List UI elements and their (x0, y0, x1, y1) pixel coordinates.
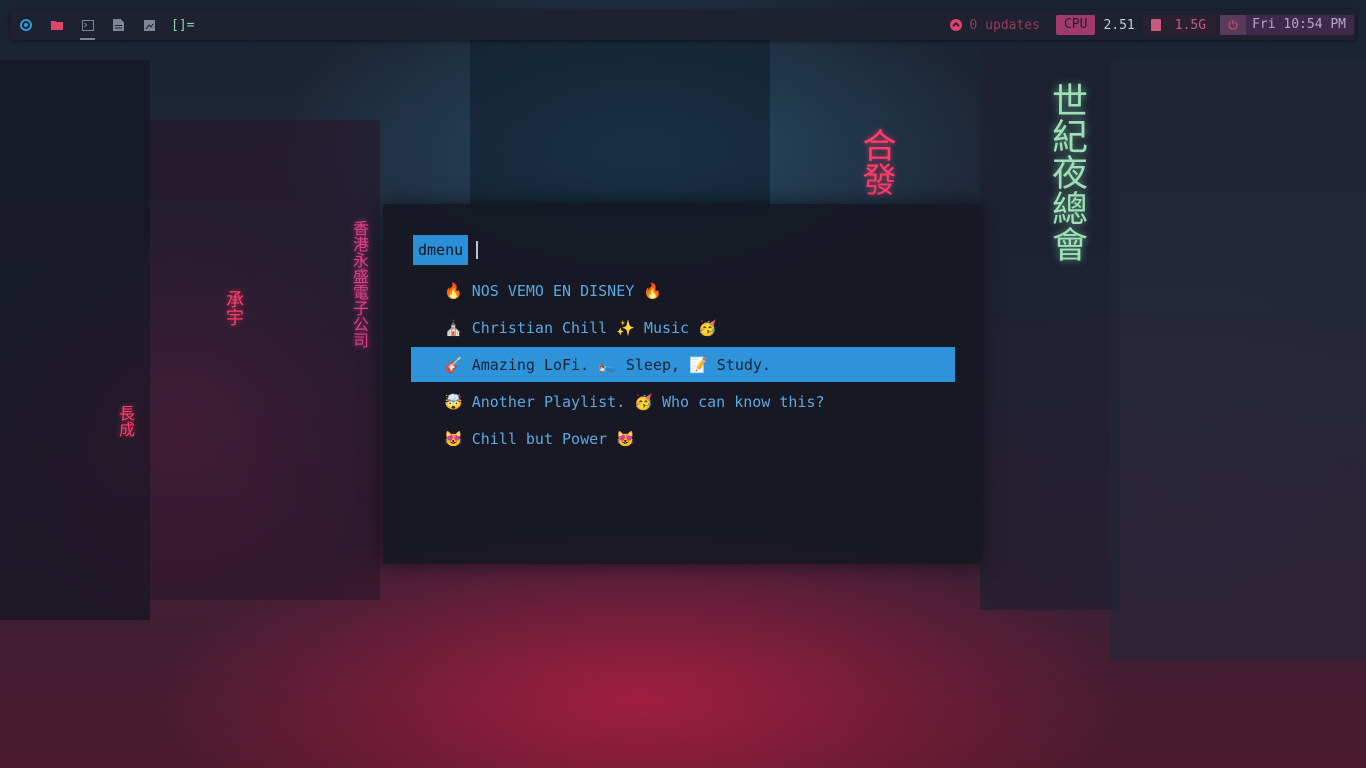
dmenu-input[interactable] (479, 239, 923, 263)
status-bar: []= 0 updates CPU 2.51 1.5G Fri 10:54 PM (10, 10, 1356, 40)
neon-sign-right: 世紀夜總會 (1046, 82, 1087, 262)
dmenu-item[interactable]: 🎸 Amazing LoFi. 🛌 Sleep, 📝 Study. (411, 347, 955, 382)
updates-count: 0 updates (969, 17, 1040, 33)
neon-sign-small: 承宇 (223, 290, 244, 326)
workspace-list (10, 10, 165, 40)
dmenu-item-list: 🔥 NOS VEMO EN DISNEY 🔥 ⛪ Christian Chill … (411, 272, 955, 457)
building-far-right (1110, 60, 1366, 660)
dmenu-item[interactable]: ⛪ Christian Chill ✨ Music 🥳 (411, 309, 955, 346)
building-center (470, 40, 770, 210)
status-modules: 0 updates CPU 2.51 1.5G Fri 10:54 PM (949, 10, 1356, 40)
neon-sign-left: 香港永盛電子公司 (350, 220, 369, 348)
workspace-4[interactable] (103, 10, 134, 40)
neon-sign-center: 合發 (856, 128, 896, 196)
workspace-2[interactable] (41, 10, 72, 40)
layout-indicator[interactable]: []= (171, 18, 194, 33)
dmenu-item[interactable]: 😻 Chill but Power 😻 (411, 420, 955, 457)
browser-icon (19, 19, 32, 31)
memory-module: 1.5G (1142, 15, 1217, 35)
image-icon (144, 19, 155, 31)
memory-chip-icon (1150, 19, 1161, 31)
workspace-5[interactable] (134, 10, 165, 40)
workspace-3[interactable] (72, 10, 103, 40)
dmenu-window: dmenu 🔥 NOS VEMO EN DISNEY 🔥 ⛪ Christian … (383, 204, 981, 564)
power-icon[interactable] (1220, 15, 1247, 35)
folder-icon (50, 20, 63, 30)
updates-module[interactable]: 0 updates (949, 17, 1040, 33)
cpu-load-value: 2.51 (1103, 17, 1135, 33)
workspace-1[interactable] (10, 10, 41, 40)
document-icon (113, 19, 124, 31)
cpu-label: CPU (1055, 15, 1096, 35)
update-arrow-icon (949, 19, 962, 31)
memory-value: 1.5G (1174, 17, 1207, 33)
building-left (0, 60, 150, 620)
dmenu-prompt: dmenu (413, 235, 469, 265)
building-left-2 (150, 120, 380, 600)
neon-sign-shop: 長成 (116, 405, 135, 437)
clock: Fri 10:54 PM (1246, 15, 1354, 35)
dmenu-item[interactable]: 🔥 NOS VEMO EN DISNEY 🔥 (411, 272, 955, 309)
text-cursor (476, 241, 478, 259)
terminal-icon (81, 19, 94, 31)
dmenu-item[interactable]: 🤯 Another Playlist. 🥳 Who can know this? (411, 383, 955, 420)
